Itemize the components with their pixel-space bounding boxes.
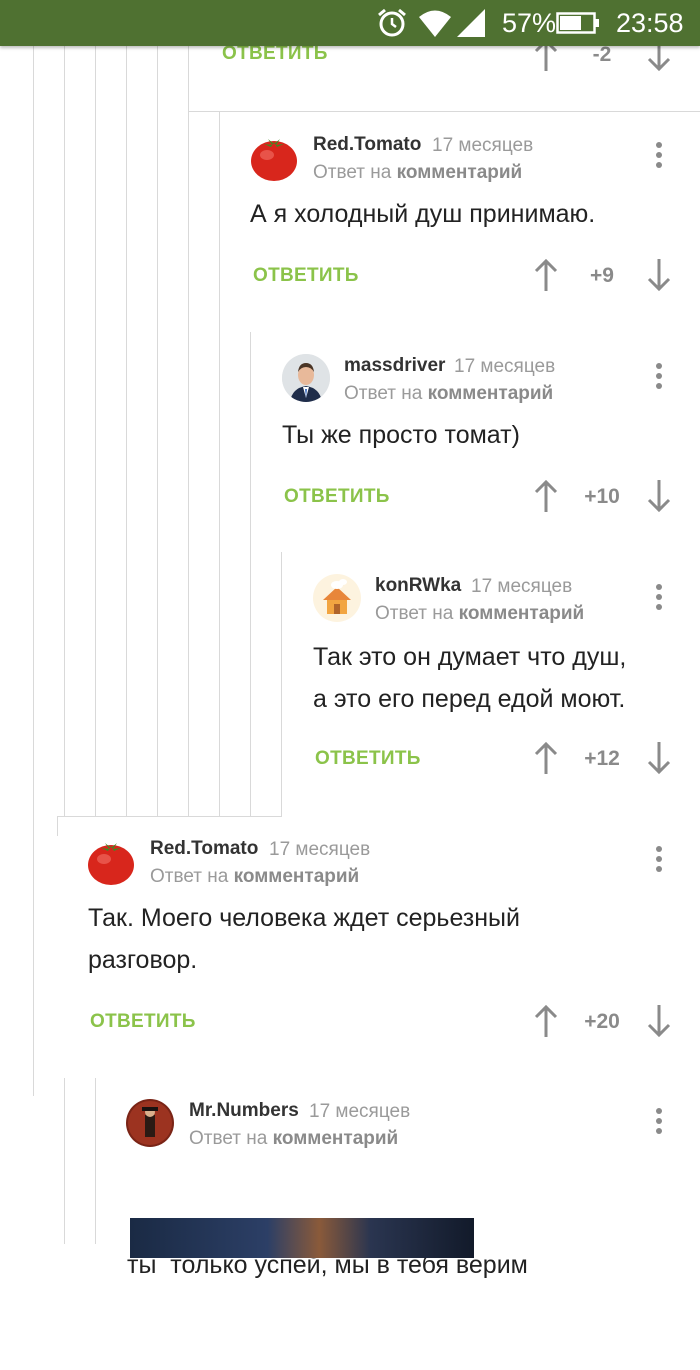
reply-button[interactable]: ОТВЕТИТЬ — [284, 486, 390, 508]
comment-line: а это его перед едой моют. — [313, 685, 626, 713]
comment-line: А я холодный душ принимаю. — [250, 200, 596, 228]
thread-line — [157, 46, 158, 816]
reply-prefix: Ответ на — [313, 162, 392, 183]
thread-line — [95, 46, 96, 816]
score: +12 — [584, 747, 620, 770]
reply-context: Ответ на комментарий — [344, 383, 553, 405]
comment-line: Так. Моего человека ждет серьезный — [88, 904, 520, 932]
thread-line — [57, 816, 58, 836]
status-bar: 57% 23:58 — [0, 0, 700, 46]
comment-line: Ты же просто томат) — [282, 421, 520, 449]
reply-context: Ответ на комментарий — [375, 603, 584, 625]
battery-icon — [556, 0, 600, 46]
signal-icon — [456, 0, 486, 46]
comment-text: А я холодный душ принимаю. — [250, 193, 595, 235]
author-name[interactable]: massdriver — [344, 355, 445, 377]
reply-button[interactable]: ОТВЕТИТЬ — [222, 43, 328, 65]
comment-text: Так это он думает что душ, а это его пер… — [313, 636, 626, 720]
reply-button[interactable]: ОТВЕТИТЬ — [315, 748, 421, 770]
comment-time: 17 месяцев — [309, 1101, 411, 1122]
thread-line — [64, 1078, 65, 1244]
upvote-icon[interactable] — [533, 479, 559, 513]
score: +9 — [590, 264, 614, 287]
author-name[interactable]: Red.Tomato — [150, 838, 258, 860]
reply-link[interactable]: комментарий — [273, 1128, 399, 1149]
thread-line — [281, 552, 282, 816]
more-options-icon[interactable] — [649, 1108, 669, 1138]
comment-line: Так это он думает что душ, — [313, 643, 627, 671]
reply-button[interactable]: ОТВЕТИТЬ — [253, 265, 359, 287]
score: -2 — [592, 43, 612, 66]
wifi-icon — [418, 0, 452, 46]
comment-image[interactable] — [130, 1218, 474, 1258]
author-name[interactable]: Mr.Numbers — [189, 1100, 299, 1122]
figure-red-avatar[interactable] — [126, 1099, 174, 1147]
downvote-icon[interactable] — [646, 1004, 672, 1038]
cartoon-house-avatar[interactable] — [313, 574, 361, 622]
man-in-suit-avatar[interactable] — [282, 354, 330, 402]
clock: 23:58 — [616, 7, 684, 38]
reply-prefix: Ответ на — [375, 603, 454, 624]
tomato-avatar[interactable] — [250, 134, 298, 182]
reply-link[interactable]: комментарий — [234, 866, 360, 887]
thread-line — [250, 332, 251, 816]
thread-line — [126, 46, 127, 816]
upvote-icon[interactable] — [533, 741, 559, 775]
comment-text: ты только успей, мы в тебя верим — [127, 1160, 528, 1370]
thread-line — [95, 1078, 96, 1244]
downvote-icon[interactable] — [646, 741, 672, 775]
reply-button[interactable]: ОТВЕТИТЬ — [90, 1011, 196, 1033]
score: +20 — [584, 1010, 620, 1033]
reply-link[interactable]: комментарий — [459, 603, 585, 624]
more-options-icon[interactable] — [649, 584, 669, 614]
reply-context: Ответ на комментарий — [189, 1128, 398, 1150]
divider — [188, 111, 700, 112]
upvote-icon[interactable] — [533, 258, 559, 292]
author-name[interactable]: konRWka — [375, 575, 461, 597]
downvote-icon[interactable] — [646, 479, 672, 513]
more-options-icon[interactable] — [649, 363, 669, 393]
comment-text: Ты же просто томат) — [282, 414, 520, 456]
reply-context: Ответ на комментарий — [150, 866, 359, 888]
comment-time: 17 месяцев — [454, 356, 556, 377]
alarm-icon — [376, 0, 408, 46]
reply-context: Ответ на комментарий — [313, 162, 522, 184]
downvote-icon[interactable] — [646, 258, 672, 292]
upvote-icon[interactable] — [533, 1004, 559, 1038]
reply-prefix: Ответ на — [189, 1128, 268, 1149]
reply-prefix: Ответ на — [344, 383, 423, 404]
divider — [57, 816, 282, 817]
more-options-icon[interactable] — [649, 142, 669, 172]
thread-line — [188, 46, 189, 816]
comment-time: 17 месяцев — [432, 135, 534, 156]
thread-line — [64, 46, 65, 816]
thread-line — [219, 112, 220, 816]
tomato-avatar[interactable] — [87, 838, 135, 886]
reply-prefix: Ответ на — [150, 866, 229, 887]
author-name[interactable]: Red.Tomato — [313, 134, 421, 156]
more-options-icon[interactable] — [649, 846, 669, 876]
comment-time: 17 месяцев — [471, 576, 573, 597]
battery-percent: 57% — [502, 7, 557, 38]
reply-link[interactable]: комментарий — [428, 383, 554, 404]
thread-line — [33, 46, 34, 1096]
comment-line: разговор. — [88, 946, 198, 974]
reply-link[interactable]: комментарий — [397, 162, 523, 183]
comment-text: Так. Моего человека ждет серьезный разго… — [88, 897, 520, 981]
score: +10 — [584, 485, 620, 508]
comment-time: 17 месяцев — [269, 839, 371, 860]
